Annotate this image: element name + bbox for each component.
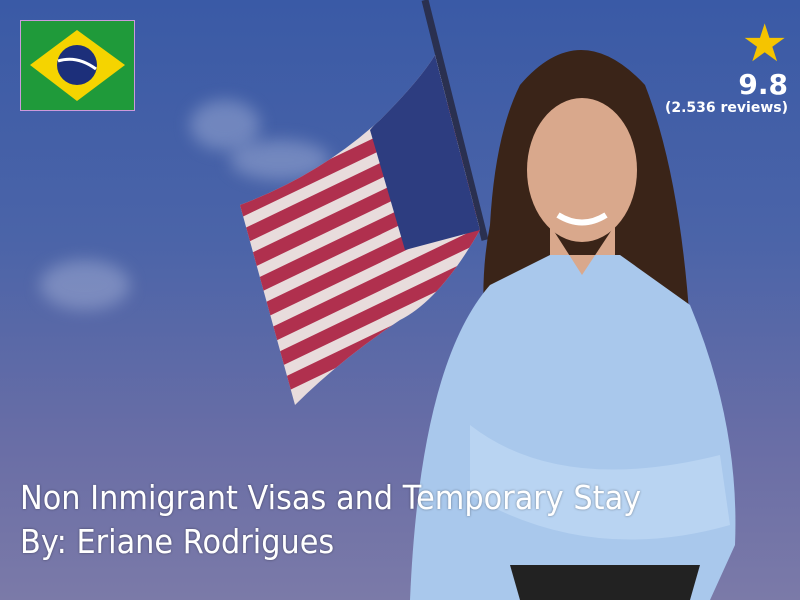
rating-block: ★ 9.8 (2.536 reviews) bbox=[665, 18, 788, 116]
star-icon: ★ bbox=[741, 14, 788, 74]
page-title: Non Inmigrant Visas and Temporary Stay bbox=[20, 478, 642, 517]
cloud bbox=[40, 260, 130, 310]
brazil-flag-icon bbox=[20, 20, 135, 111]
review-count: (2.536 reviews) bbox=[664, 100, 788, 116]
author-line: By: Eriane Rodrigues bbox=[20, 522, 335, 561]
rating-score: 9.8 bbox=[738, 68, 788, 101]
